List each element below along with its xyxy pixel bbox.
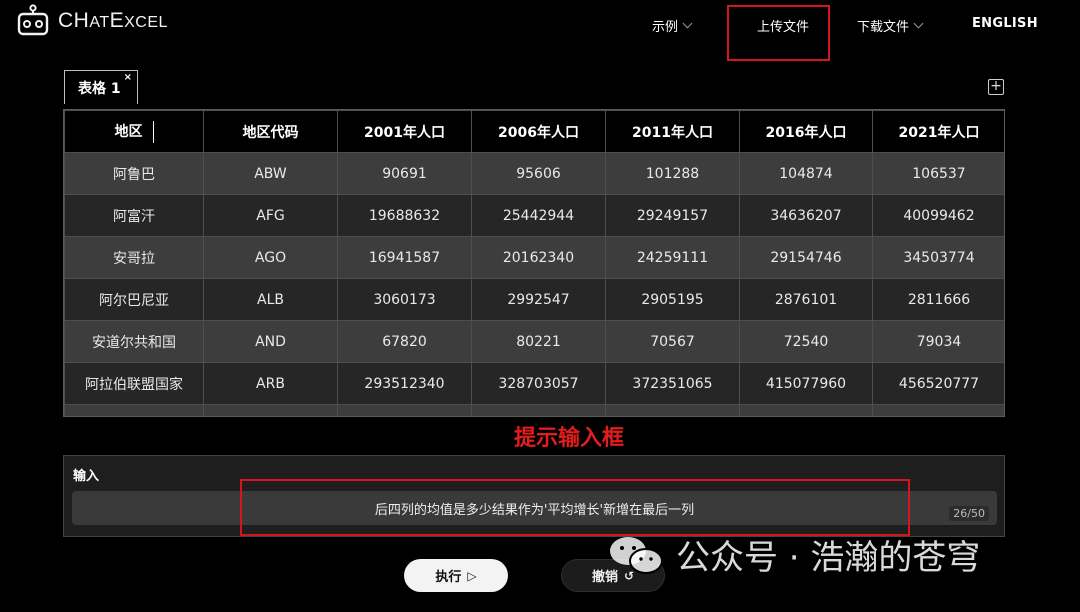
table-cell[interactable]: 34503774: [872, 236, 1004, 279]
nav-download-label: 下载文件: [857, 20, 910, 35]
table-cell[interactable]: AGO: [203, 236, 338, 279]
table-cell[interactable]: [605, 404, 740, 416]
highlight-box-input: [240, 479, 910, 536]
table-cell[interactable]: 25442944: [471, 194, 606, 237]
table-cell[interactable]: 16941587: [337, 236, 472, 279]
table-cell[interactable]: [739, 404, 873, 416]
table-cell[interactable]: ALB: [203, 278, 338, 321]
table-header-row: 地区 地区代码 2001年人口 2006年人口 2011年人口 2016年人口 …: [64, 110, 1004, 153]
nav-examples[interactable]: 示例: [652, 16, 693, 35]
table-cell[interactable]: 阿富汗: [64, 194, 204, 237]
table-cell[interactable]: 372351065: [605, 362, 740, 405]
table-row: 阿尔巴尼亚 ALB 3060173 2992547 2905195 2876101 2811…: [64, 278, 1004, 321]
table-cell[interactable]: 106537: [872, 152, 1004, 195]
input-label: 输入: [73, 469, 100, 484]
column-header[interactable]: 地区: [64, 110, 204, 153]
run-button-label: 执行: [435, 570, 462, 585]
table-cell[interactable]: [872, 404, 1004, 416]
column-header[interactable]: 2016年人口: [739, 110, 873, 153]
top-nav: 示例 上传文件 下载文件 ENGLISH: [0, 0, 1080, 52]
table-cell[interactable]: ARB: [203, 362, 338, 405]
close-icon[interactable]: ×: [124, 72, 132, 83]
table-cell[interactable]: 70567: [605, 320, 740, 363]
run-button[interactable]: 执行 ▷: [404, 559, 508, 592]
column-header[interactable]: 2011年人口: [605, 110, 740, 153]
column-header[interactable]: 2001年人口: [337, 110, 472, 153]
table-cell[interactable]: 阿尔巴尼亚: [64, 278, 204, 321]
highlight-box-upload: [727, 5, 830, 61]
column-header[interactable]: 2021年人口: [872, 110, 1004, 153]
table-cell[interactable]: [203, 404, 338, 416]
nav-download-file[interactable]: 下载文件: [857, 16, 924, 35]
table-row: [64, 404, 1004, 416]
table-cell[interactable]: 40099462: [872, 194, 1004, 237]
table-cell[interactable]: 安哥拉: [64, 236, 204, 279]
column-header-label: 2001年人口: [364, 124, 445, 141]
table-row: 阿拉伯联盟国家 ARB 293512340 328703057 372351065 415…: [64, 362, 1004, 405]
table-cell[interactable]: 67820: [337, 320, 472, 363]
table-cell[interactable]: AFG: [203, 194, 338, 237]
table-cell[interactable]: 80221: [471, 320, 606, 363]
table-cell[interactable]: 415077960: [739, 362, 873, 405]
table-cell[interactable]: [337, 404, 472, 416]
nav-examples-label: 示例: [652, 20, 679, 35]
table-cell[interactable]: 29154746: [739, 236, 873, 279]
table-cell[interactable]: 104874: [739, 152, 873, 195]
column-resize-handle[interactable]: [152, 120, 154, 143]
sheet-tab-label: 表格 1: [78, 80, 121, 97]
table-cell[interactable]: 29249157: [605, 194, 740, 237]
column-header-label: 地区: [114, 123, 143, 140]
table-cell[interactable]: 328703057: [471, 362, 606, 405]
table-cell[interactable]: AND: [203, 320, 338, 363]
plus-icon: +: [990, 78, 1002, 94]
nav-english-label: ENGLISH: [972, 16, 1038, 31]
table-cell[interactable]: 阿鲁巴: [64, 152, 204, 195]
column-header-label: 2016年人口: [765, 124, 847, 141]
table-cell[interactable]: 2876101: [739, 278, 873, 321]
char-counter: 26/50: [949, 506, 989, 521]
table-row: 阿富汗 AFG 19688632 25442944 29249157 34636207 40…: [64, 194, 1004, 237]
chevron-down-icon: [913, 18, 924, 29]
table-cell[interactable]: 79034: [872, 320, 1004, 363]
nav-english[interactable]: ENGLISH: [972, 16, 1038, 31]
column-header-label: 2011年人口: [632, 124, 713, 141]
table-cell[interactable]: 90691: [337, 152, 472, 195]
table-cell[interactable]: 2905195: [605, 278, 740, 321]
column-header-label: 2006年人口: [498, 124, 579, 141]
table-row: 安道尔共和国 AND 67820 80221 70567 72540 79034: [64, 320, 1004, 363]
wechat-icon: [610, 536, 663, 574]
table-cell[interactable]: 3060173: [337, 278, 472, 321]
table-row: 阿鲁巴 ABW 90691 95606 101288 104874 106537: [64, 152, 1004, 195]
watermark-text: 公众号 · 浩瀚的苍穹: [676, 538, 981, 578]
table-cell[interactable]: 101288: [605, 152, 740, 195]
table-cell[interactable]: 293512340: [337, 362, 472, 405]
column-header[interactable]: 地区代码: [203, 110, 338, 153]
watermark: 公众号 · 浩瀚的苍穹: [606, 530, 980, 579]
column-header[interactable]: 2006年人口: [471, 110, 606, 153]
table-cell[interactable]: [64, 404, 204, 416]
table-cell[interactable]: 19688632: [337, 194, 472, 237]
sheet-tab-1[interactable]: 表格 1 ×: [64, 70, 138, 104]
table-cell[interactable]: ABW: [203, 152, 338, 195]
add-sheet-button[interactable]: +: [988, 79, 1004, 95]
table-cell[interactable]: 72540: [739, 320, 873, 363]
table-cell[interactable]: [471, 404, 606, 416]
table-cell[interactable]: 2992547: [471, 278, 606, 321]
play-icon: ▷: [467, 568, 477, 583]
column-header-label: 地区代码: [242, 124, 299, 141]
table-cell[interactable]: 安道尔共和国: [64, 320, 204, 363]
table-row: 安哥拉 AGO 16941587 20162340 24259111 29154746 34…: [64, 236, 1004, 279]
chevron-down-icon: [682, 18, 693, 29]
annotation-label: 提示输入框: [514, 425, 625, 451]
table-cell[interactable]: 95606: [471, 152, 606, 195]
table-cell[interactable]: 阿拉伯联盟国家: [64, 362, 204, 405]
table-cell[interactable]: 20162340: [471, 236, 606, 279]
table-cell[interactable]: 456520777: [872, 362, 1004, 405]
table-cell[interactable]: 34636207: [739, 194, 873, 237]
table-cell[interactable]: 24259111: [605, 236, 740, 279]
column-header-label: 2021年人口: [898, 124, 980, 141]
table-cell[interactable]: 2811666: [872, 278, 1004, 321]
data-table: 地区 地区代码 2001年人口 2006年人口 2011年人口 2016年人口 …: [63, 109, 1005, 417]
